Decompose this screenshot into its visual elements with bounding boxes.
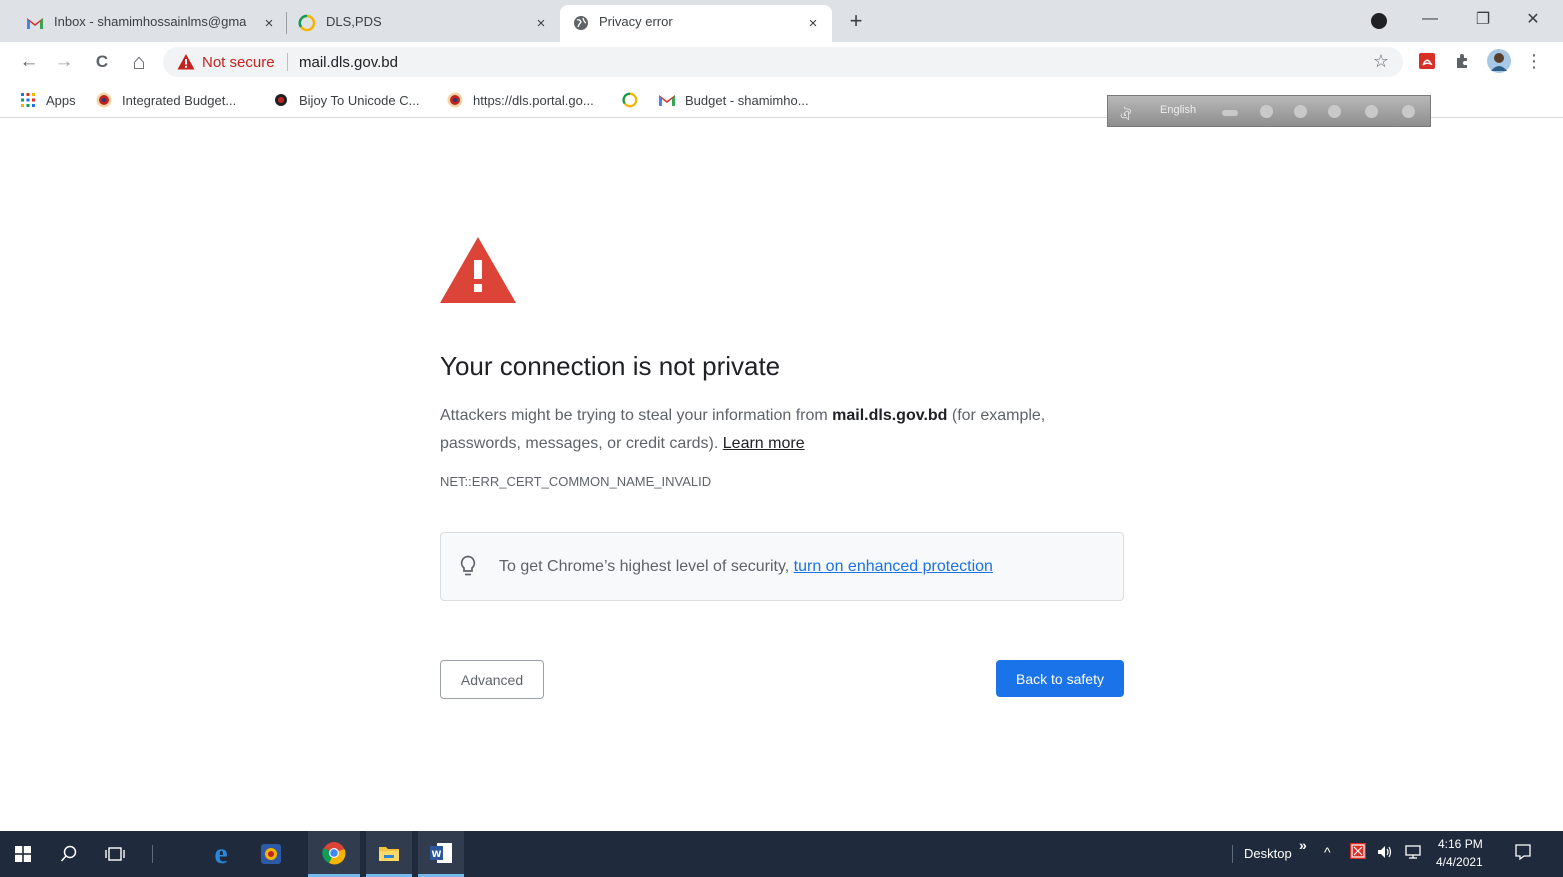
tab-inbox[interactable]: Inbox - shamimhossainlms@gma × [0, 5, 283, 42]
tab-title: Inbox - shamimhossainlms@gma [54, 14, 247, 29]
tab-dls-pds[interactable]: DLS,PDS × [290, 5, 560, 42]
bookmark-dls-portal[interactable]: https://dls.portal.go... [447, 90, 594, 110]
back-button[interactable]: ← [17, 50, 41, 74]
not-secure-label[interactable]: Not secure [202, 54, 275, 71]
learn-more-link[interactable]: Learn more [723, 435, 805, 452]
browser-icon[interactable] [1328, 105, 1341, 118]
budget-site-icon [96, 92, 112, 108]
close-window-button[interactable]: ✕ [1518, 6, 1548, 32]
edge-icon[interactable]: e [198, 831, 244, 877]
dls-icon [622, 92, 638, 108]
restore-button[interactable]: ❐ [1468, 6, 1498, 32]
lightbulb-icon [460, 555, 476, 576]
tab-title: Privacy error [599, 14, 673, 29]
gmail-icon [659, 92, 675, 108]
tab-divider [286, 12, 287, 34]
desktop-toolbar-label[interactable]: Desktop [1244, 846, 1292, 861]
warning-message: Attackers might be trying to steal your … [440, 402, 1130, 458]
taskbar-divider [152, 845, 153, 863]
profile-avatar[interactable] [1487, 49, 1511, 73]
home-button[interactable]: ⌂ [127, 49, 151, 74]
globe-icon [572, 14, 590, 32]
network-icon[interactable] [1404, 844, 1422, 863]
bookmark-dls[interactable] [622, 90, 648, 110]
enhanced-protection-box: To get Chrome’s highest level of securit… [440, 532, 1124, 601]
advanced-button[interactable]: Advanced [440, 660, 544, 699]
toolbar: ← → C ⌂ Not secure mail.dls.gov.bd ☆ ⋮ [0, 42, 1563, 82]
bookmark-apps[interactable]: Apps [20, 90, 76, 110]
close-icon[interactable]: × [259, 13, 279, 33]
page-heading: Your connection is not private [440, 351, 781, 381]
close-icon[interactable]: × [803, 13, 823, 33]
bookmark-label: Integrated Budget... [122, 92, 237, 108]
notifications-icon[interactable] [1514, 843, 1532, 864]
error-code[interactable]: NET::ERR_CERT_COMMON_NAME_INVALID [440, 474, 711, 489]
help-icon[interactable] [1365, 105, 1378, 118]
enhanced-protection-link[interactable]: turn on enhanced protection [794, 558, 993, 575]
bookmark-bijoy-unicode[interactable]: Bijoy To Unicode C... [273, 90, 419, 110]
bookmark-label: Budget - shamimho... [685, 92, 809, 108]
overflow-chevron-icon[interactable]: » [1299, 837, 1307, 853]
search-icon[interactable] [46, 831, 92, 877]
app-launcher-icon[interactable] [248, 831, 294, 877]
chrome-icon[interactable] [308, 831, 360, 877]
tray-expand-icon[interactable]: ^ [1324, 844, 1331, 860]
windows-start-icon[interactable] [0, 831, 46, 877]
word-icon[interactable]: W [418, 831, 464, 877]
extensions-puzzle-icon[interactable] [1452, 51, 1472, 71]
clock-date[interactable]: 4/4/2021 [1436, 855, 1483, 869]
new-tab-button[interactable]: + [844, 8, 868, 33]
svg-text:W: W [432, 850, 442, 860]
pin-icon[interactable] [1260, 105, 1273, 118]
acrobat-tray-icon[interactable] [1350, 843, 1366, 862]
url-text[interactable]: mail.dls.gov.bd [299, 54, 398, 71]
close-icon[interactable]: × [531, 13, 551, 33]
dls-icon [298, 14, 316, 32]
language-selector[interactable]: English [1160, 104, 1196, 116]
reload-button[interactable]: C [90, 50, 114, 74]
enhanced-prefix: To get Chrome’s highest level of securit… [499, 558, 794, 575]
tab-privacy-error[interactable]: Privacy error × [560, 5, 832, 42]
omnibox-divider [287, 53, 288, 71]
tab-title: DLS,PDS [326, 14, 382, 29]
circle-icon [273, 92, 289, 108]
screen: Inbox - shamimhossainlms@gma × DLS,PDS ×… [0, 0, 1563, 877]
forward-button[interactable]: → [52, 50, 76, 74]
minimize-button[interactable]: — [1415, 6, 1445, 32]
warning-domain: mail.dls.gov.bd [832, 407, 948, 424]
taskbar: e W Desktop » ^ 4:16 PM 4/4/2021 [0, 831, 1563, 877]
chrome-menu-icon[interactable]: ⋮ [1524, 51, 1544, 71]
bookmark-budget-gmail[interactable]: Budget - shamimho... [659, 90, 809, 110]
portal-icon [447, 92, 463, 108]
keyboard-icon[interactable] [1222, 110, 1238, 116]
bookmark-integrated-budget[interactable]: Integrated Budget... [96, 90, 236, 110]
task-view-icon[interactable] [92, 831, 138, 877]
info-icon[interactable] [1402, 105, 1415, 118]
bookmark-star-icon[interactable]: ☆ [1373, 51, 1389, 72]
bookmark-label: https://dls.portal.go... [473, 92, 594, 108]
clock-time[interactable]: 4:16 PM [1438, 837, 1483, 851]
toolbar-divider [1232, 845, 1233, 863]
back-to-safety-button[interactable]: Back to safety [996, 660, 1124, 697]
acrobat-extension-icon[interactable] [1417, 51, 1437, 71]
message-prefix: Attackers might be trying to steal your … [440, 407, 833, 424]
tab-search-icon[interactable] [1371, 13, 1387, 29]
enhanced-protection-text: To get Chrome’s highest level of securit… [499, 558, 993, 576]
gmail-icon [26, 14, 44, 32]
tab-strip: Inbox - shamimhossainlms@gma × DLS,PDS ×… [0, 0, 1563, 42]
settings-icon[interactable] [1294, 105, 1307, 118]
warning-icon[interactable] [177, 53, 195, 71]
lang-logo-icon: ঐ [1120, 107, 1132, 123]
warning-triangle-icon [440, 237, 516, 303]
bookmark-label: Apps [46, 92, 76, 108]
language-bar[interactable]: ঐ English [1107, 95, 1431, 127]
volume-icon[interactable] [1377, 844, 1393, 863]
file-explorer-icon[interactable] [366, 831, 412, 877]
bookmark-label: Bijoy To Unicode C... [299, 92, 420, 108]
address-bar[interactable]: Not secure mail.dls.gov.bd ☆ [163, 47, 1403, 77]
apps-grid-icon [20, 92, 36, 108]
